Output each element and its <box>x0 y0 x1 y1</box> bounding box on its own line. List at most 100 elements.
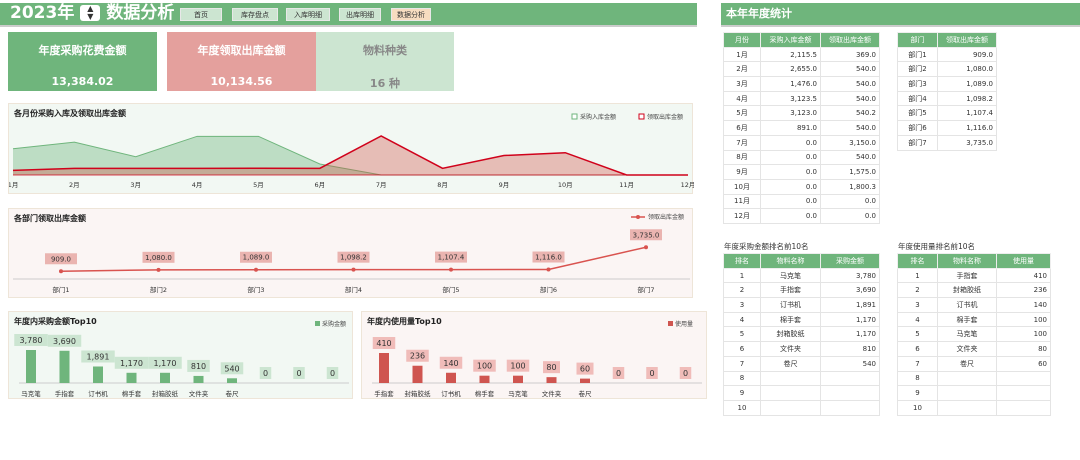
table-cell[interactable] <box>937 399 997 416</box>
table-cell[interactable]: 部门2 <box>897 61 938 78</box>
table-cell[interactable]: 369.0 <box>820 46 880 63</box>
table-cell[interactable]: 1,170 <box>820 311 880 328</box>
table-cell[interactable]: 订书机 <box>937 297 997 313</box>
table-cell[interactable]: 140 <box>996 297 1051 313</box>
table-cell[interactable]: 0.0 <box>760 164 821 180</box>
nav-button-3[interactable]: 出库明细 <box>339 8 381 21</box>
table-cell[interactable]: 1,080.0 <box>937 61 997 78</box>
table-cell[interactable]: 540.2 <box>820 105 880 122</box>
table-cell[interactable] <box>820 399 880 416</box>
table-cell[interactable]: 卷尺 <box>760 355 821 372</box>
table-cell[interactable]: 文件夹 <box>937 341 997 357</box>
table-cell[interactable]: 部门1 <box>897 46 938 63</box>
table-cell[interactable]: 1,476.0 <box>760 76 821 92</box>
table-cell[interactable]: 3,150.0 <box>820 134 880 151</box>
table-cell[interactable]: 3,123.5 <box>760 90 821 107</box>
table-cell[interactable]: 8 <box>897 370 938 387</box>
table-cell[interactable]: 3,123.0 <box>760 105 821 122</box>
table-cell[interactable]: 1 <box>723 267 761 284</box>
table-cell[interactable]: 540.0 <box>820 120 880 136</box>
table-cell[interactable]: 7月 <box>723 134 761 151</box>
table-cell[interactable]: 1,116.0 <box>937 120 997 136</box>
table-cell[interactable]: 5月 <box>723 105 761 122</box>
table-cell[interactable]: 部门4 <box>897 90 938 107</box>
table-cell[interactable]: 2 <box>723 282 761 299</box>
table-cell[interactable]: 1,891 <box>820 297 880 313</box>
table-cell[interactable]: 1,800.3 <box>820 178 880 195</box>
table-cell[interactable]: 540.0 <box>820 90 880 107</box>
table-cell[interactable]: 棉手套 <box>937 311 997 328</box>
table-cell[interactable]: 6月 <box>723 120 761 136</box>
table-cell[interactable]: 11月 <box>723 193 761 210</box>
table-cell[interactable]: 6 <box>723 341 761 357</box>
table-cell[interactable]: 5 <box>897 326 938 343</box>
table-cell[interactable]: 0.0 <box>760 208 821 224</box>
table-cell[interactable]: 部门6 <box>897 120 938 136</box>
table-cell[interactable]: 10 <box>897 399 938 416</box>
nav-button-1[interactable]: 库存盘点 <box>232 8 278 21</box>
table-cell[interactable]: 0.0 <box>760 178 821 195</box>
table-cell[interactable]: 订书机 <box>760 297 821 313</box>
table-cell[interactable]: 540.0 <box>820 61 880 78</box>
table-cell[interactable]: 909.0 <box>937 46 997 63</box>
table-cell[interactable]: 2 <box>897 282 938 299</box>
table-cell[interactable]: 1 <box>897 267 938 284</box>
table-cell[interactable]: 540.0 <box>820 76 880 92</box>
table-cell[interactable] <box>996 399 1051 416</box>
table-cell[interactable]: 马克笔 <box>937 326 997 343</box>
table-cell[interactable]: 文件夹 <box>760 341 821 357</box>
table-cell[interactable] <box>996 385 1051 401</box>
table-cell[interactable] <box>937 385 997 401</box>
table-cell[interactable] <box>760 370 821 387</box>
table-cell[interactable]: 0.0 <box>820 208 880 224</box>
table-cell[interactable] <box>760 399 821 416</box>
table-cell[interactable]: 8 <box>723 370 761 387</box>
table-cell[interactable]: 2,115.5 <box>760 46 821 63</box>
table-cell[interactable]: 3,690 <box>820 282 880 299</box>
table-cell[interactable] <box>760 385 821 401</box>
table-cell[interactable]: 60 <box>996 355 1051 372</box>
table-cell[interactable]: 9 <box>897 385 938 401</box>
table-cell[interactable]: 1,098.2 <box>937 90 997 107</box>
nav-button-2[interactable]: 入库明细 <box>286 8 330 21</box>
table-cell[interactable]: 4月 <box>723 90 761 107</box>
table-cell[interactable]: 手指套 <box>760 282 821 299</box>
table-cell[interactable]: 3月 <box>723 76 761 92</box>
nav-button-0[interactable]: 首页 <box>180 8 222 21</box>
table-cell[interactable]: 部门7 <box>897 134 938 151</box>
table-cell[interactable]: 4 <box>897 311 938 328</box>
table-cell[interactable]: 9月 <box>723 164 761 180</box>
table-cell[interactable]: 100 <box>996 311 1051 328</box>
table-cell[interactable]: 9 <box>723 385 761 401</box>
year-spinner[interactable]: ▲ ▼ <box>80 5 101 21</box>
table-cell[interactable]: 1,575.0 <box>820 164 880 180</box>
table-cell[interactable]: 部门3 <box>897 76 938 92</box>
table-cell[interactable]: 1,170 <box>820 326 880 343</box>
table-cell[interactable]: 6 <box>897 341 938 357</box>
table-cell[interactable]: 410 <box>996 267 1051 284</box>
table-cell[interactable] <box>820 385 880 401</box>
table-cell[interactable]: 0.0 <box>760 149 821 166</box>
table-cell[interactable]: 封箱胶纸 <box>937 282 997 299</box>
table-cell[interactable]: 8月 <box>723 149 761 166</box>
table-cell[interactable]: 1月 <box>723 46 761 63</box>
table-cell[interactable]: 12月 <box>723 208 761 224</box>
table-cell[interactable]: 手指套 <box>937 267 997 284</box>
table-cell[interactable]: 5 <box>723 326 761 343</box>
table-cell[interactable]: 236 <box>996 282 1051 299</box>
table-cell[interactable]: 10月 <box>723 178 761 195</box>
table-cell[interactable]: 10 <box>723 399 761 416</box>
table-cell[interactable]: 100 <box>996 326 1051 343</box>
table-cell[interactable]: 1,107.4 <box>937 105 997 122</box>
table-cell[interactable]: 1,089.0 <box>937 76 997 92</box>
table-cell[interactable]: 马克笔 <box>760 267 821 284</box>
table-cell[interactable]: 部门5 <box>897 105 938 122</box>
table-cell[interactable]: 7 <box>897 355 938 372</box>
table-cell[interactable]: 棉手套 <box>760 311 821 328</box>
table-cell[interactable]: 3,735.0 <box>937 134 997 151</box>
table-cell[interactable]: 891.0 <box>760 120 821 136</box>
table-cell[interactable]: 4 <box>723 311 761 328</box>
table-cell[interactable]: 540.0 <box>820 149 880 166</box>
table-cell[interactable] <box>937 370 997 387</box>
table-cell[interactable] <box>996 370 1051 387</box>
